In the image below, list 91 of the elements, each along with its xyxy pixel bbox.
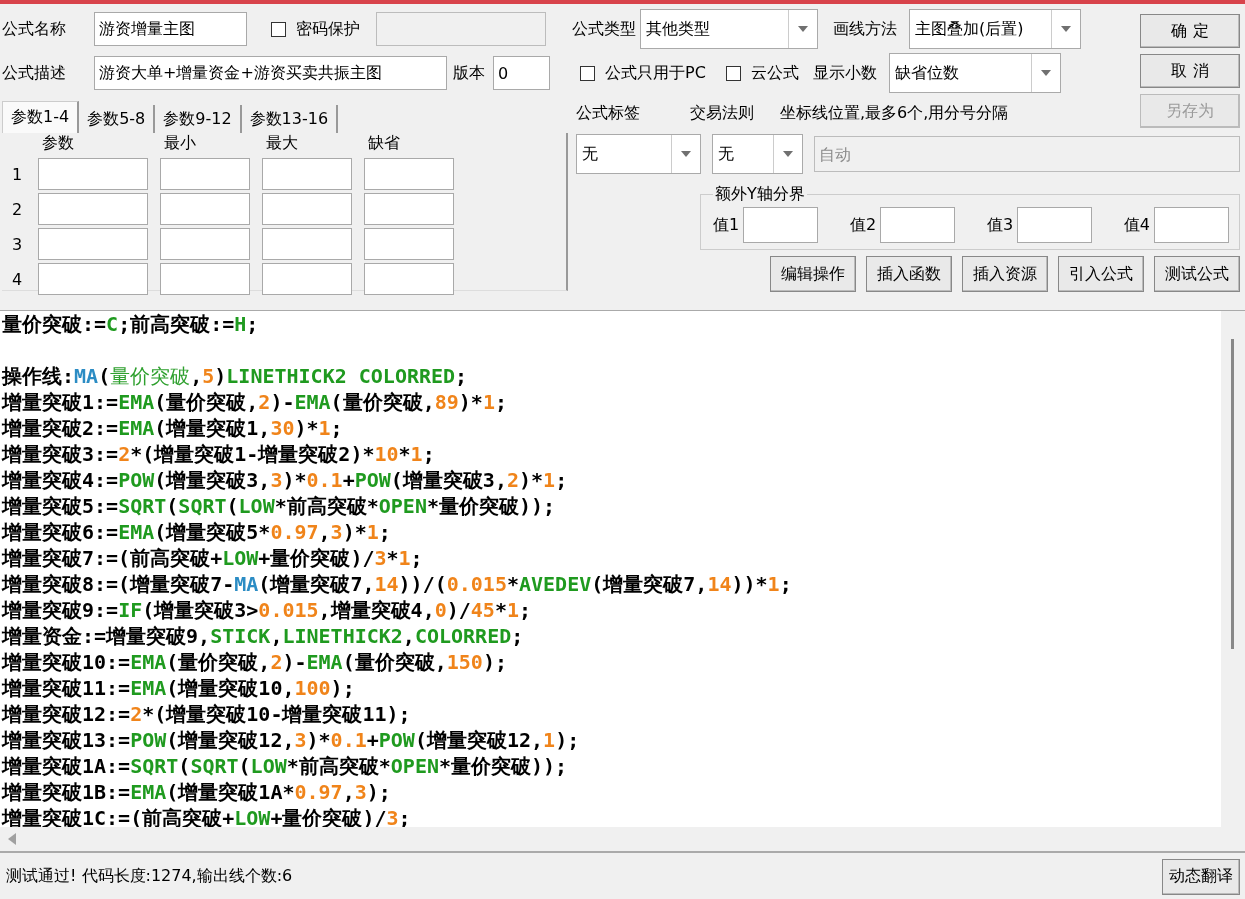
checkbox-label: 公式只用于PC xyxy=(605,62,706,84)
group-title: 额外Y轴分界 xyxy=(714,184,806,205)
code-line: 增量资金:=增量突破9,STICK,LINETHICK2,COLORRED; xyxy=(2,623,525,649)
code-line: 增量突破6:=EMA(增量突破5*0.97,3)*1; xyxy=(2,519,392,545)
row-number: 4 xyxy=(10,269,24,289)
scroll-left-icon[interactable] xyxy=(8,833,16,845)
text-field[interactable] xyxy=(160,263,250,295)
code-line: 增量突破7:=(前高突破+LOW+量价突破)/3*1; xyxy=(2,545,424,571)
text-field[interactable] xyxy=(262,228,352,260)
checkbox-label: 密码保护 xyxy=(296,18,360,40)
field-label: 公式名称 xyxy=(2,18,67,40)
action-button[interactable]: 插入函数 xyxy=(866,256,952,292)
code-line: 增量突破5:=SQRT(SQRT(LOW*前高突破*OPEN*量价突破)); xyxy=(2,493,557,519)
field-label: 值1 xyxy=(713,214,740,236)
text-field[interactable] xyxy=(160,158,250,190)
code-line: 操作线:MA(量价突破,5)LINETHICK2 COLORRED; xyxy=(2,363,469,389)
field-label: 公式类型 xyxy=(572,18,636,40)
code-line: 增量突破1B:=EMA(增量突破1A*0.97,3); xyxy=(2,779,392,805)
text-field[interactable] xyxy=(38,263,148,295)
caret-icon xyxy=(783,151,793,157)
caret-icon xyxy=(1061,26,1071,32)
checkbox[interactable] xyxy=(580,65,595,81)
text-field[interactable] xyxy=(160,228,250,260)
dropdown[interactable]: 缺省位数 xyxy=(888,53,1061,93)
caret-icon xyxy=(1040,70,1051,76)
dropdown[interactable]: 无 xyxy=(576,134,701,174)
field-label: 值4 xyxy=(1123,214,1150,236)
dialog-button[interactable]: 取 消 xyxy=(1140,54,1240,88)
dropdown[interactable]: 其他类型 xyxy=(640,9,818,49)
column-header: 最小 xyxy=(163,133,197,154)
checkbox[interactable] xyxy=(725,65,741,81)
text-field[interactable]: 游资增量主图 xyxy=(94,12,247,46)
code-line: 增量突破12:=2*(增量突破10-增量突破11); xyxy=(2,701,412,727)
field-label: 坐标线位置,最多6个,用分号分隔 xyxy=(780,102,1009,124)
code-line: 增量突破13:=POW(增量突破12,3)*0.1+POW(增量突破12,1); xyxy=(2,727,581,753)
field-label: 公式描述 xyxy=(2,62,67,84)
column-header: 缺省 xyxy=(367,133,401,154)
text-field[interactable] xyxy=(880,207,956,243)
field-label: 值3 xyxy=(986,214,1014,236)
code-line: 量价突破:=C;前高突破:=H; xyxy=(2,311,260,337)
text-field[interactable] xyxy=(38,193,148,225)
action-button[interactable]: 测试公式 xyxy=(1154,256,1240,292)
row-number: 1 xyxy=(10,164,24,184)
code-line: 增量突破2:=EMA(增量突破1,30)*1; xyxy=(2,415,344,441)
text-field[interactable]: 游资大单+增量资金+游资买卖共振主图 xyxy=(94,56,447,90)
text-field[interactable] xyxy=(262,158,352,190)
code-line: 增量突破3:=2*(增量突破1-增量突破2)*10*1; xyxy=(2,441,436,467)
text-field[interactable] xyxy=(1017,207,1093,243)
action-button[interactable]: 编辑操作 xyxy=(770,256,856,292)
field-label: 交易法则 xyxy=(690,102,754,124)
caret-icon xyxy=(798,26,808,32)
translate-button[interactable]: 动态翻译 xyxy=(1162,858,1240,895)
text-field[interactable] xyxy=(364,228,454,260)
field-label: 显示小数 xyxy=(812,62,877,84)
text-field[interactable] xyxy=(38,158,148,190)
code-line: 增量突破4:=POW(增量突破3,3)*0.1+POW(增量突破3,2)*1; xyxy=(2,467,569,493)
text-field[interactable] xyxy=(262,193,352,225)
row-number: 3 xyxy=(10,234,24,254)
checkbox-label: 云公式 xyxy=(750,62,799,84)
action-button[interactable]: 插入资源 xyxy=(962,256,1048,292)
field-label: 画线方法 xyxy=(833,18,897,40)
text-field[interactable] xyxy=(38,228,148,260)
code-line: 增量突破10:=EMA(量价突破,2)-EMA(量价突破,150); xyxy=(2,649,508,675)
text-field[interactable] xyxy=(743,207,819,243)
text-field[interactable] xyxy=(364,263,454,295)
code-line: 增量突破9:=IF(增量突破3>0.015,增量突破4,0)/45*1; xyxy=(2,597,533,623)
dialog-button[interactable]: 确 定 xyxy=(1140,14,1240,48)
action-button[interactable]: 引入公式 xyxy=(1058,256,1144,292)
row-number: 2 xyxy=(10,199,24,219)
text-field[interactable]: 0 xyxy=(493,56,550,90)
column-header: 最大 xyxy=(265,133,299,154)
field-label: 值2 xyxy=(849,214,877,236)
checkbox[interactable] xyxy=(271,21,286,37)
column-header: 参数 xyxy=(41,133,75,154)
field-label: 版本 xyxy=(453,62,485,84)
scrollbar[interactable] xyxy=(1221,311,1245,827)
text-field[interactable] xyxy=(160,193,250,225)
code-line: 增量突破1:=EMA(量价突破,2)-EMA(量价突破,89)*1; xyxy=(2,389,508,415)
status-text: 测试通过! 代码长度:1274,输出线个数:6 xyxy=(6,866,293,887)
tab[interactable]: 参数1-4 xyxy=(2,101,80,133)
caret-icon xyxy=(681,151,691,157)
code-line: 增量突破8:=(增量突破7-MA(增量突破7,14))/(0.015*AVEDEV(增量突破7,14))*1; xyxy=(2,571,793,597)
code-line: 增量突破1A:=SQRT(SQRT(LOW*前高突破*OPEN*量价突破)); xyxy=(2,753,569,779)
text-field[interactable] xyxy=(364,193,454,225)
text-field[interactable] xyxy=(1154,207,1229,243)
dropdown[interactable]: 无 xyxy=(712,134,803,174)
code-line: 增量突破11:=EMA(增量突破10,100); xyxy=(2,675,356,701)
dropdown[interactable]: 主图叠加(后置) xyxy=(909,9,1081,49)
text-field[interactable] xyxy=(364,158,454,190)
text-field[interactable] xyxy=(262,263,352,295)
field-label: 公式标签 xyxy=(576,102,640,124)
